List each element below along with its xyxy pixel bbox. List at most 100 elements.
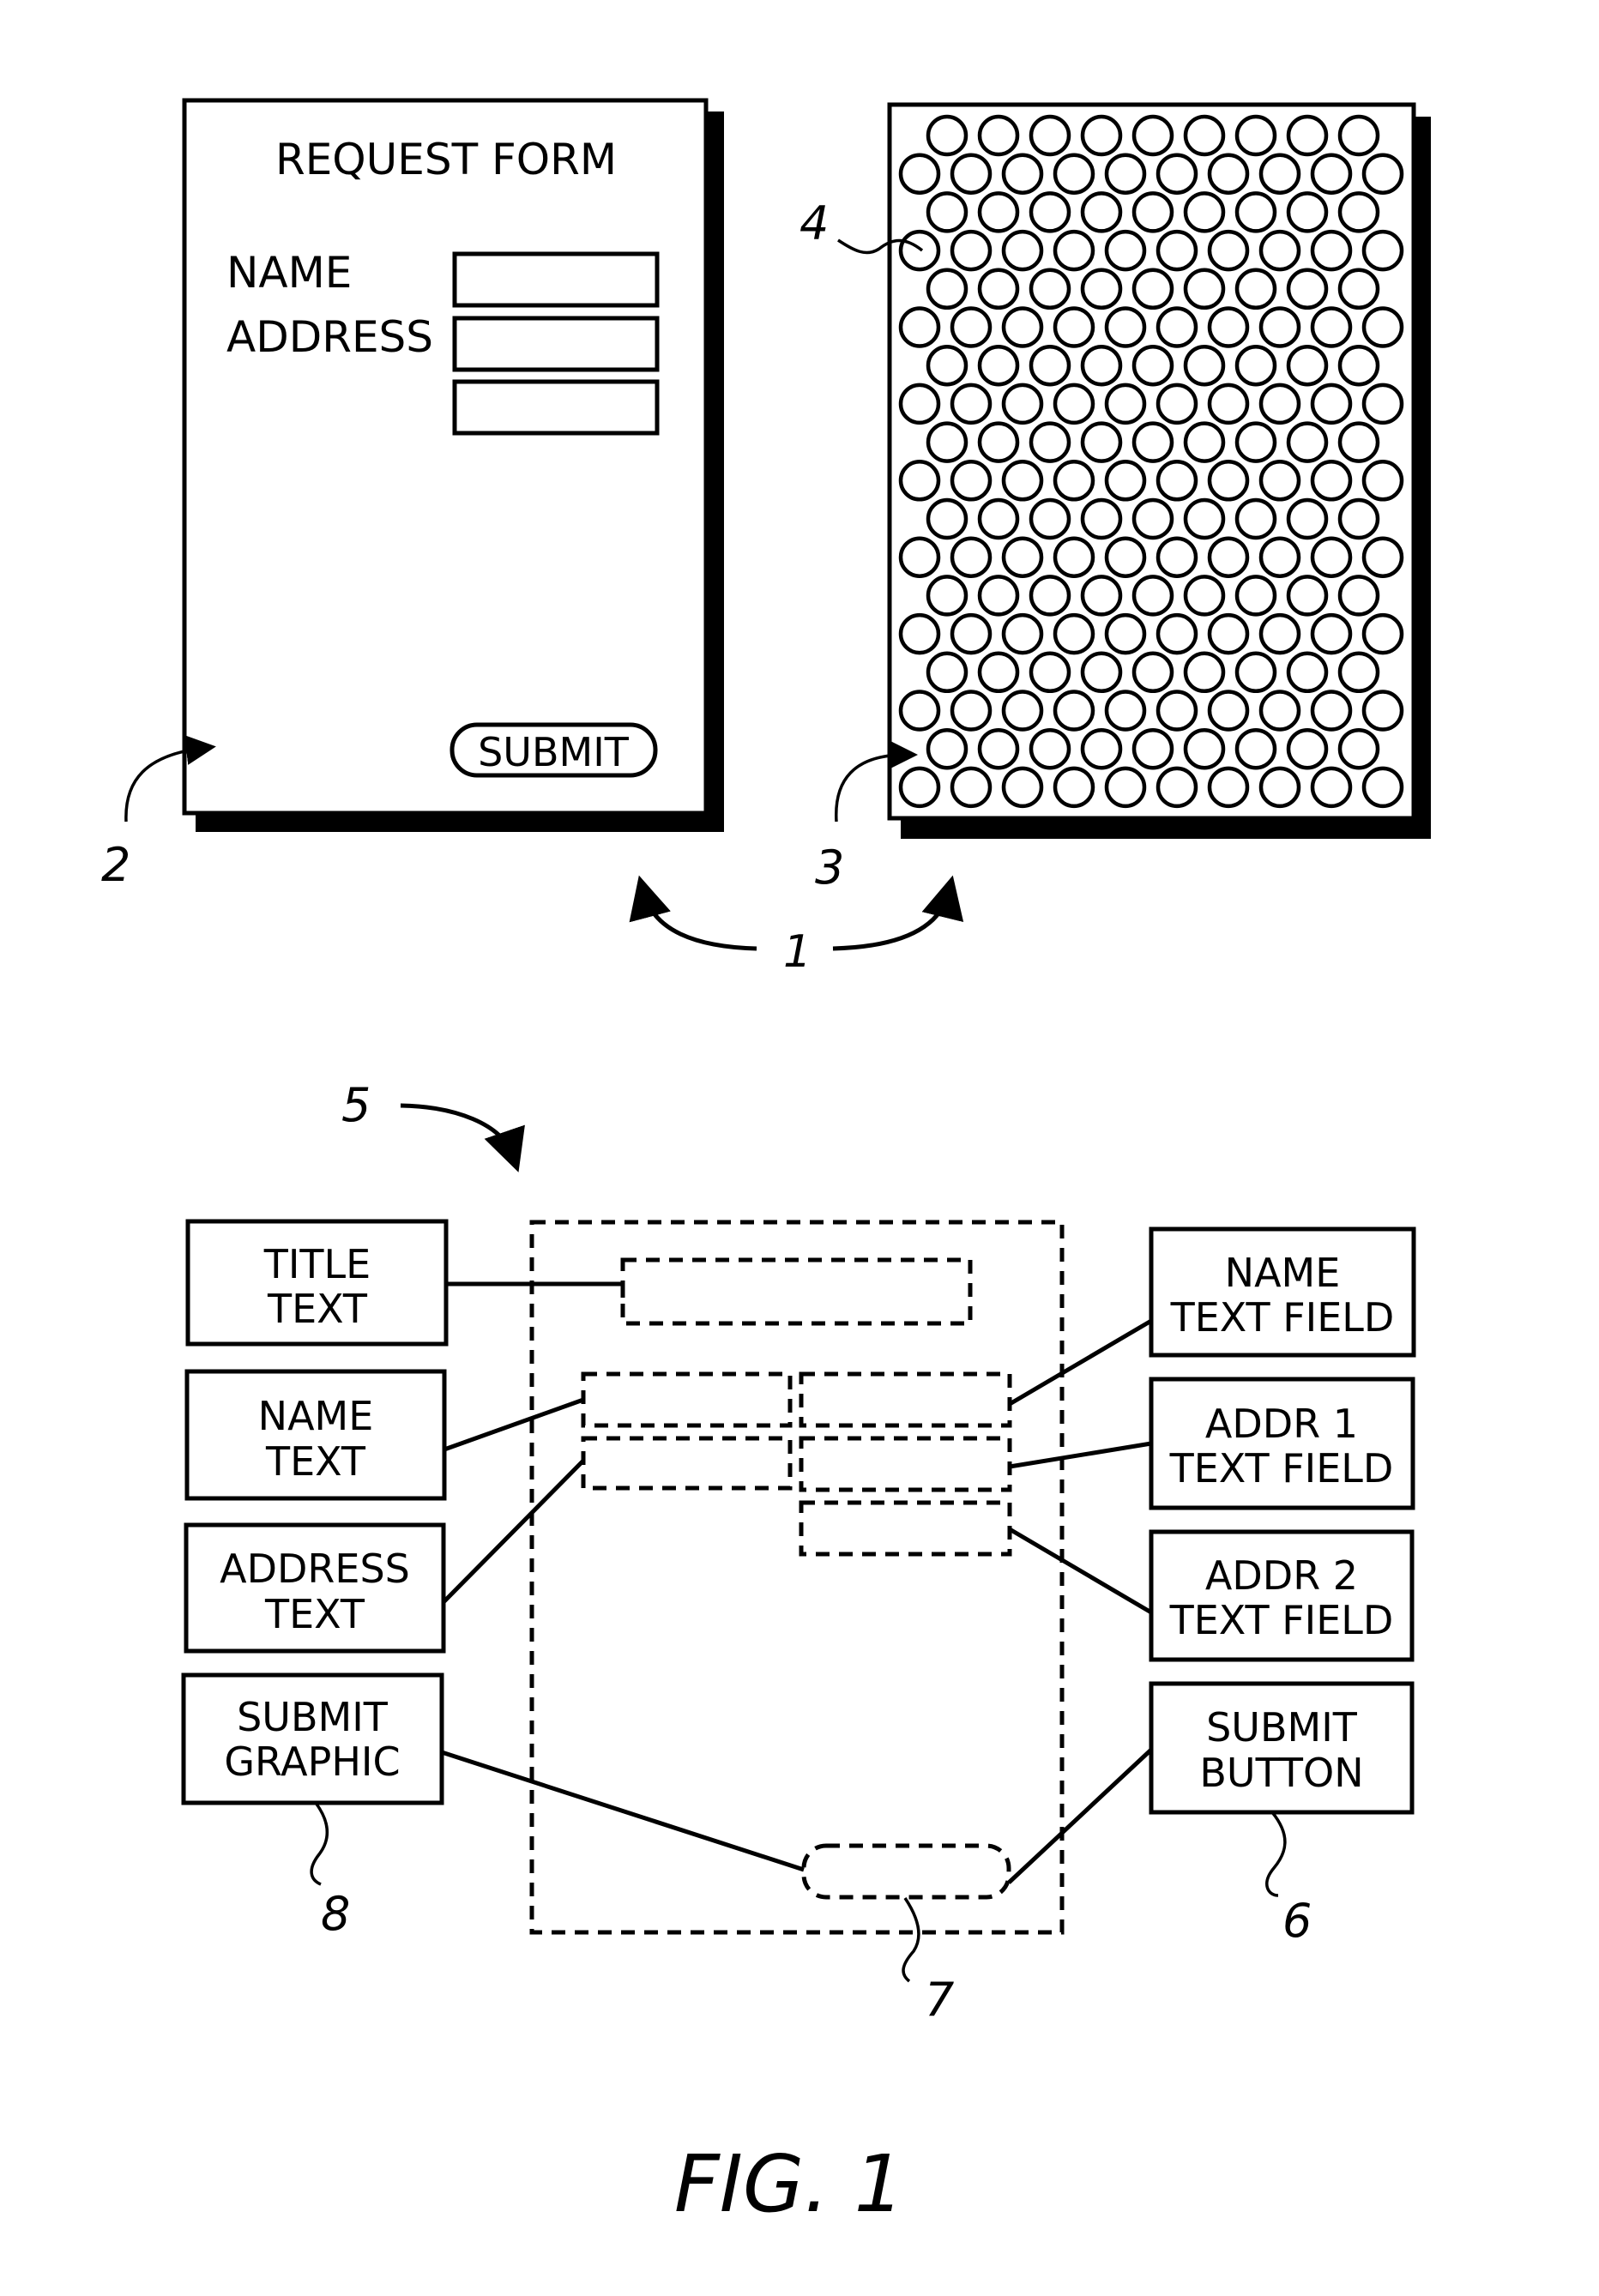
tag-dot bbox=[1310, 383, 1353, 425]
element-label-line2: TEXT FIELD bbox=[1170, 1294, 1395, 1341]
numeral-5: 5 bbox=[341, 1078, 371, 1132]
form-page: REQUEST FORM NAME ADDRESS SUBMIT bbox=[182, 98, 724, 832]
tag-dot bbox=[1053, 153, 1095, 195]
element-name-text: NAME TEXT bbox=[184, 1369, 447, 1501]
name-input-box[interactable] bbox=[452, 251, 660, 308]
tag-dot bbox=[1183, 651, 1226, 694]
numeral-4: 4 bbox=[800, 196, 829, 250]
tag-dot bbox=[1156, 153, 1198, 195]
tag-dot bbox=[1053, 690, 1095, 732]
element-label-line2: TEXT FIELD bbox=[1169, 1597, 1394, 1643]
tag-dot bbox=[898, 536, 941, 578]
element-label-line1: NAME bbox=[258, 1393, 374, 1439]
tag-dot bbox=[1183, 268, 1226, 310]
tag-dot bbox=[1080, 191, 1123, 233]
tag-dot bbox=[898, 306, 941, 348]
tag-dot bbox=[1361, 766, 1404, 809]
tag-dot bbox=[1156, 612, 1198, 655]
tag-dot bbox=[1361, 612, 1404, 655]
tag-dot bbox=[1183, 344, 1226, 387]
zone-addr1-text-field bbox=[799, 1436, 1012, 1492]
tag-dot bbox=[1053, 460, 1095, 502]
tag-dot bbox=[1310, 612, 1353, 655]
numeral-3: 3 bbox=[815, 841, 844, 895]
tag-dot bbox=[977, 497, 1020, 540]
tag-dot bbox=[1080, 421, 1123, 463]
tag-dot bbox=[898, 229, 941, 272]
tag-dot bbox=[1258, 383, 1301, 425]
tag-dot bbox=[950, 612, 993, 655]
tag-dot bbox=[926, 268, 968, 310]
element-label-line1: SUBMIT bbox=[1206, 1704, 1358, 1751]
tag-dot bbox=[977, 114, 1020, 157]
address-line-1-input-box[interactable] bbox=[452, 316, 660, 372]
address-field-label: ADDRESS bbox=[226, 312, 433, 362]
element-label-line2: GRAPHIC bbox=[224, 1739, 400, 1785]
submit-button[interactable]: SUBMIT bbox=[450, 722, 658, 778]
tag-dot bbox=[1337, 497, 1380, 540]
leader-title-text bbox=[446, 1281, 625, 1298]
leader-addr2-text-field bbox=[1008, 1527, 1153, 1615]
tag-dot bbox=[1156, 229, 1198, 272]
tag-dot bbox=[1001, 460, 1044, 502]
element-label-line1: NAME bbox=[1225, 1250, 1341, 1296]
tag-dot bbox=[1258, 766, 1301, 809]
tag-dot bbox=[1337, 421, 1380, 463]
leader-submit-button bbox=[1007, 1748, 1153, 1884]
tag-dot bbox=[977, 268, 1020, 310]
tag-dot bbox=[1053, 612, 1095, 655]
tag-dot bbox=[1207, 690, 1250, 732]
tag-dot bbox=[1234, 268, 1277, 310]
tag-dot bbox=[1207, 612, 1250, 655]
element-label-line2: TEXT bbox=[267, 1286, 368, 1332]
tag-dot bbox=[1337, 344, 1380, 387]
tag-dot bbox=[898, 766, 941, 809]
tag-dot bbox=[1131, 114, 1174, 157]
tag-dot bbox=[1029, 727, 1071, 770]
page-description-boundary bbox=[529, 1220, 1065, 1935]
tag-dot bbox=[1207, 383, 1250, 425]
tag-dot bbox=[1029, 421, 1071, 463]
tag-dot bbox=[1234, 575, 1277, 617]
tag-dot bbox=[1104, 153, 1147, 195]
element-label-line1: ADDRESS bbox=[220, 1546, 410, 1592]
tag-dot bbox=[950, 383, 993, 425]
tag-dot bbox=[977, 191, 1020, 233]
tag-dot bbox=[1361, 153, 1404, 195]
numeral-7: 7 bbox=[925, 1973, 954, 2027]
tag-dot bbox=[1080, 727, 1123, 770]
tag-dot bbox=[1310, 536, 1353, 578]
tag-dot bbox=[1258, 153, 1301, 195]
tag-dot bbox=[926, 421, 968, 463]
tag-dot bbox=[977, 575, 1020, 617]
tag-dot bbox=[1001, 306, 1044, 348]
tag-dot bbox=[1234, 651, 1277, 694]
tag-dot bbox=[1234, 344, 1277, 387]
zone-submit bbox=[801, 1843, 1011, 1900]
tag-dot bbox=[1337, 268, 1380, 310]
tag-dot bbox=[1131, 497, 1174, 540]
leader-name-text-field bbox=[1008, 1318, 1153, 1407]
tag-dot bbox=[926, 344, 968, 387]
tag-dot bbox=[1156, 460, 1198, 502]
tag-dot bbox=[1337, 191, 1380, 233]
tag-dot bbox=[1029, 268, 1071, 310]
tag-dot bbox=[926, 191, 968, 233]
tag-dot bbox=[1029, 651, 1071, 694]
element-addr2-text-field: ADDR 2 TEXT FIELD bbox=[1149, 1529, 1415, 1662]
tag-dot bbox=[1361, 306, 1404, 348]
tag-dot bbox=[1183, 114, 1226, 157]
address-line-2-input-box[interactable] bbox=[452, 379, 660, 436]
tag-dot bbox=[1131, 191, 1174, 233]
element-label-line1: ADDR 2 bbox=[1205, 1552, 1358, 1599]
submit-button-label: SUBMIT bbox=[478, 729, 630, 775]
tag-dot bbox=[1361, 383, 1404, 425]
tag-dot bbox=[1131, 421, 1174, 463]
element-label-line2: TEXT FIELD bbox=[1169, 1445, 1394, 1491]
tag-dot bbox=[1156, 690, 1198, 732]
figure-caption: FIG. 1 bbox=[674, 2138, 904, 2230]
tag-dot bbox=[1207, 460, 1250, 502]
tag-dot bbox=[1286, 651, 1329, 694]
tag-dot bbox=[1310, 229, 1353, 272]
tag-dot bbox=[1234, 497, 1277, 540]
